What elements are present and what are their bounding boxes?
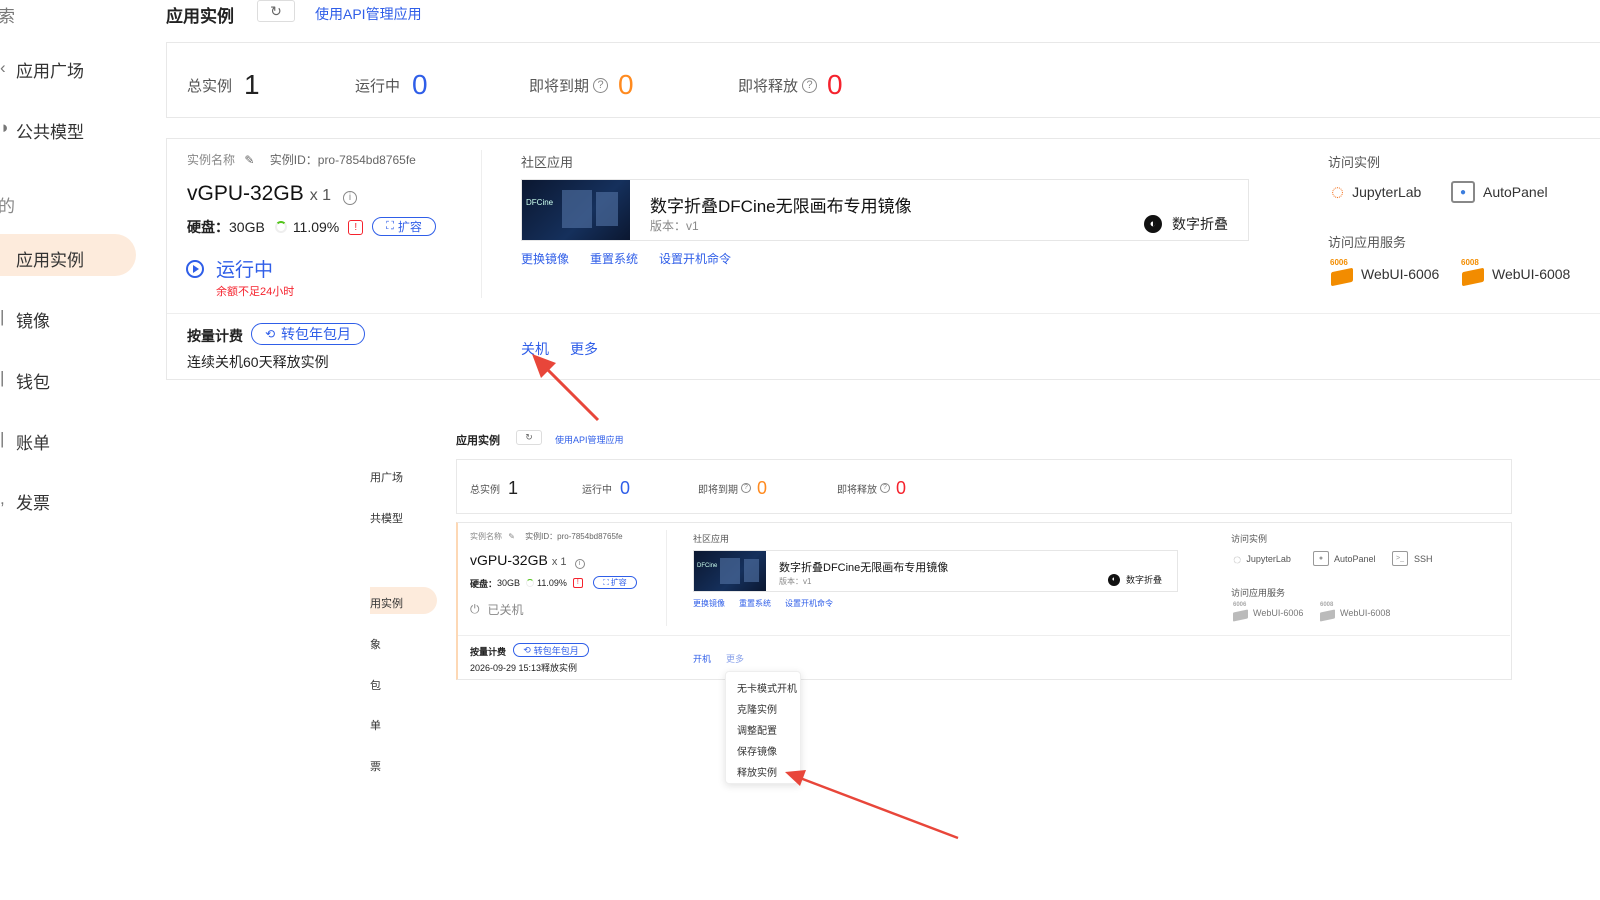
arrow-to-shutdown [532, 354, 600, 422]
annotation-arrows [532, 354, 959, 840]
arrow-to-release [785, 770, 959, 840]
